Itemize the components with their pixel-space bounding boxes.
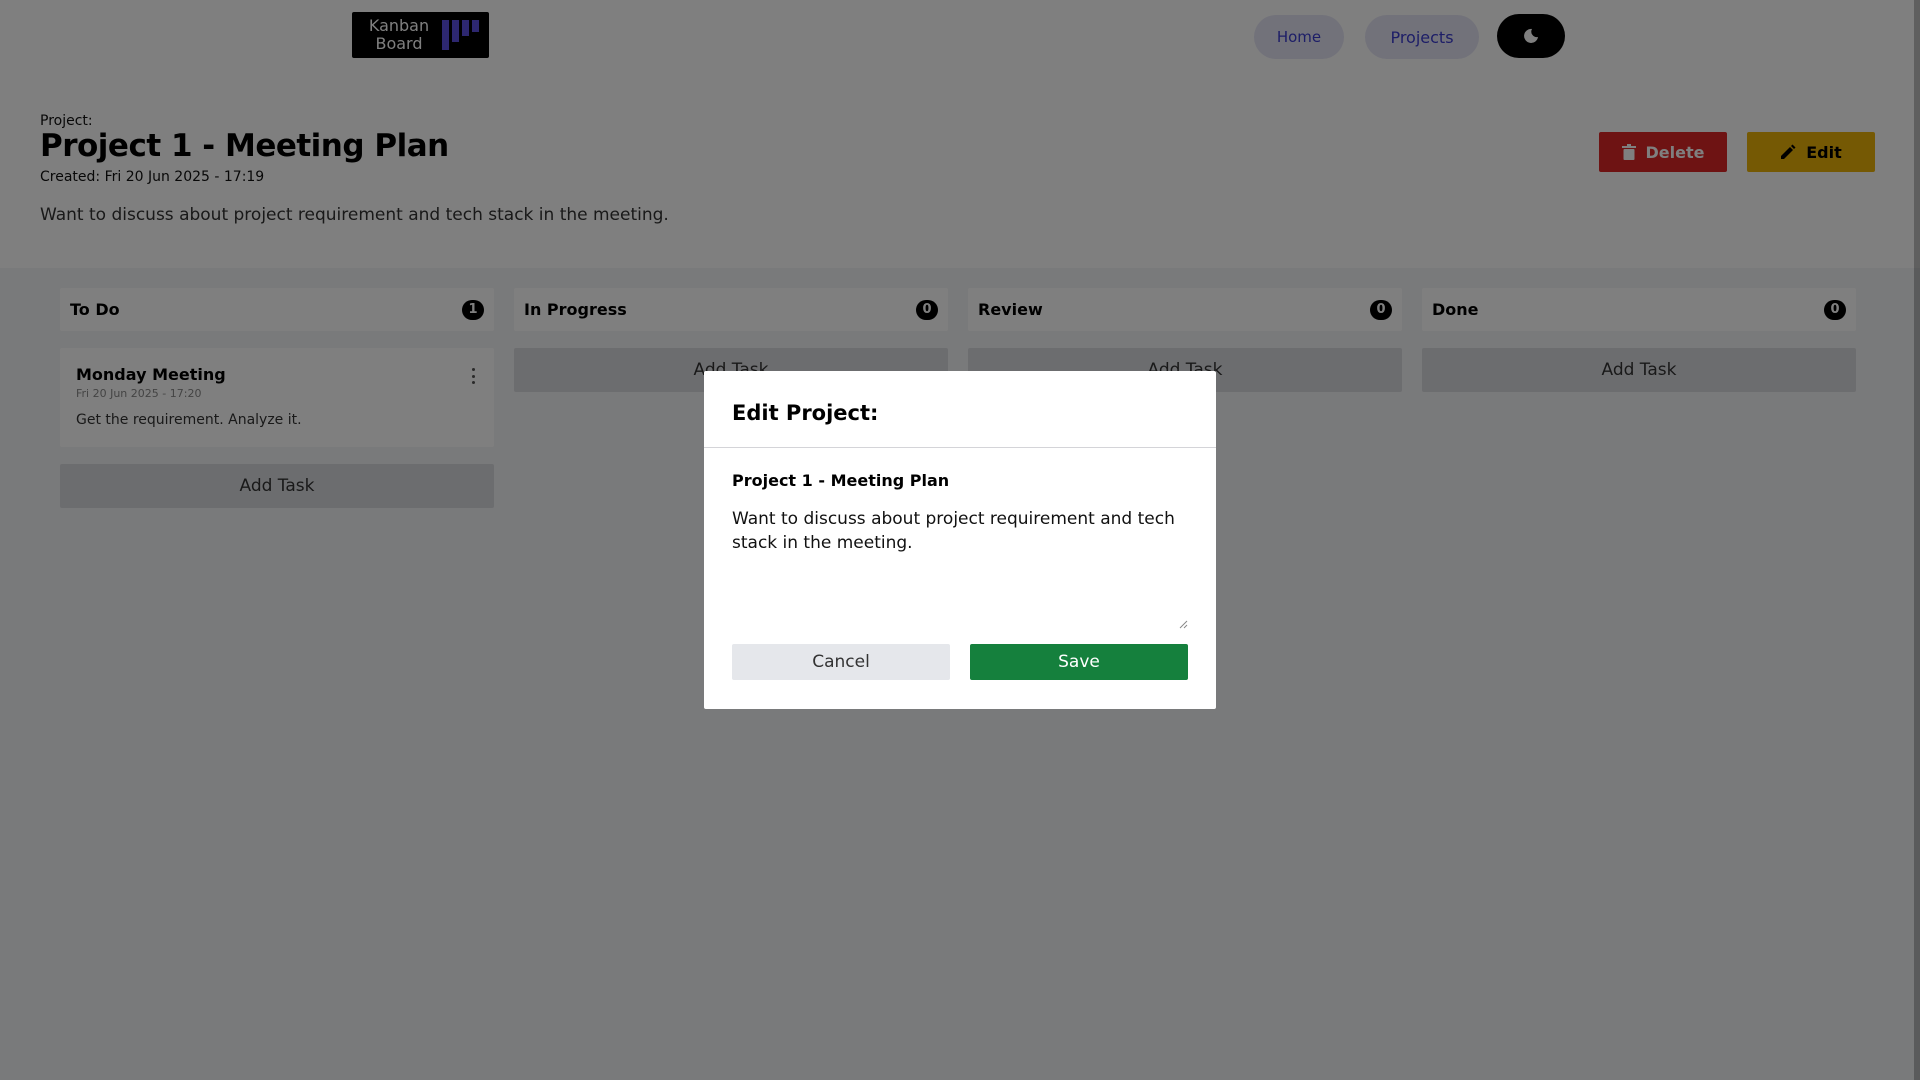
dialog-header: Edit Project: [704, 371, 1216, 448]
page-scrollbar[interactable] [1914, 0, 1920, 1080]
dialog-body: Project 1 - Meeting Plan Want to discuss… [704, 448, 1216, 629]
dialog-actions: Cancel Save [732, 644, 1188, 680]
resize-handle-icon[interactable] [1178, 619, 1188, 629]
cancel-button[interactable]: Cancel [732, 644, 950, 680]
project-description-textarea[interactable]: Want to discuss about project requiremen… [732, 507, 1188, 629]
edit-project-dialog: Edit Project: Project 1 - Meeting Plan W… [704, 371, 1216, 709]
save-button[interactable]: Save [970, 644, 1188, 680]
project-description-text: Want to discuss about project requiremen… [732, 509, 1175, 553]
project-name-input[interactable]: Project 1 - Meeting Plan [732, 469, 1188, 493]
dialog-title: Edit Project: [732, 401, 879, 425]
